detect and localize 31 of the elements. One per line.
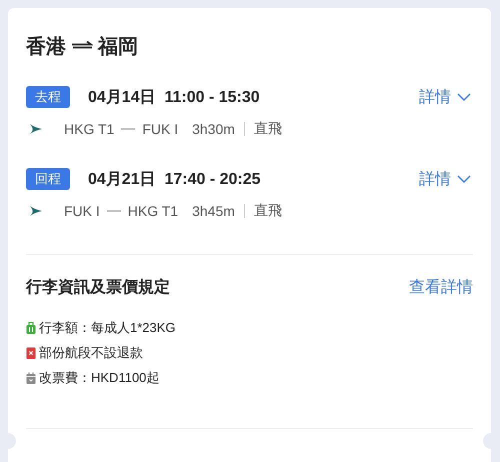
route-line-icon [106,209,121,213]
round-trip-icon [71,41,93,51]
no-refund-icon [26,346,36,360]
rule-text: 行李額：每成人1*23KG [39,319,176,337]
destination-city: 福岡 [98,34,138,60]
airline-logo-icon [30,124,42,134]
rule-text: 部份航段不設退款 [39,344,143,362]
arrival-airport: HKG T1 [128,203,178,219]
calendar-icon [26,372,36,384]
luggage-icon [26,322,36,334]
flight-duration: 3h30m [192,121,235,137]
airline-logo-icon [30,206,42,216]
rule-text: 改票費：HKD1100起 [39,369,160,387]
details-button[interactable]: 詳情 [419,86,471,108]
flight-time: 04月21日 17:40 - 20:25 [88,170,262,190]
flight-type: 直飛 [254,120,282,138]
chevron-down-icon [457,93,471,101]
departure-airport: HKG T1 [64,121,114,137]
route-line-icon [121,127,136,131]
details-button[interactable]: 詳情 [419,168,471,190]
flight-type: 直飛 [254,202,282,220]
trip-tag: 去程 [26,86,70,108]
arrival-airport: FUK I [142,121,178,137]
origin-city: 香港 [26,34,66,60]
view-details-link[interactable]: 查看詳情 [409,277,473,298]
trip-tag: 回程 [26,168,70,190]
chevron-down-icon [457,175,471,183]
departure-airport: FUK I [64,203,100,219]
section-title: 行李資訊及票價規定 [26,277,170,298]
flight-duration: 3h45m [192,203,235,219]
flight-time: 04月14日 11:00 - 15:30 [88,88,261,108]
